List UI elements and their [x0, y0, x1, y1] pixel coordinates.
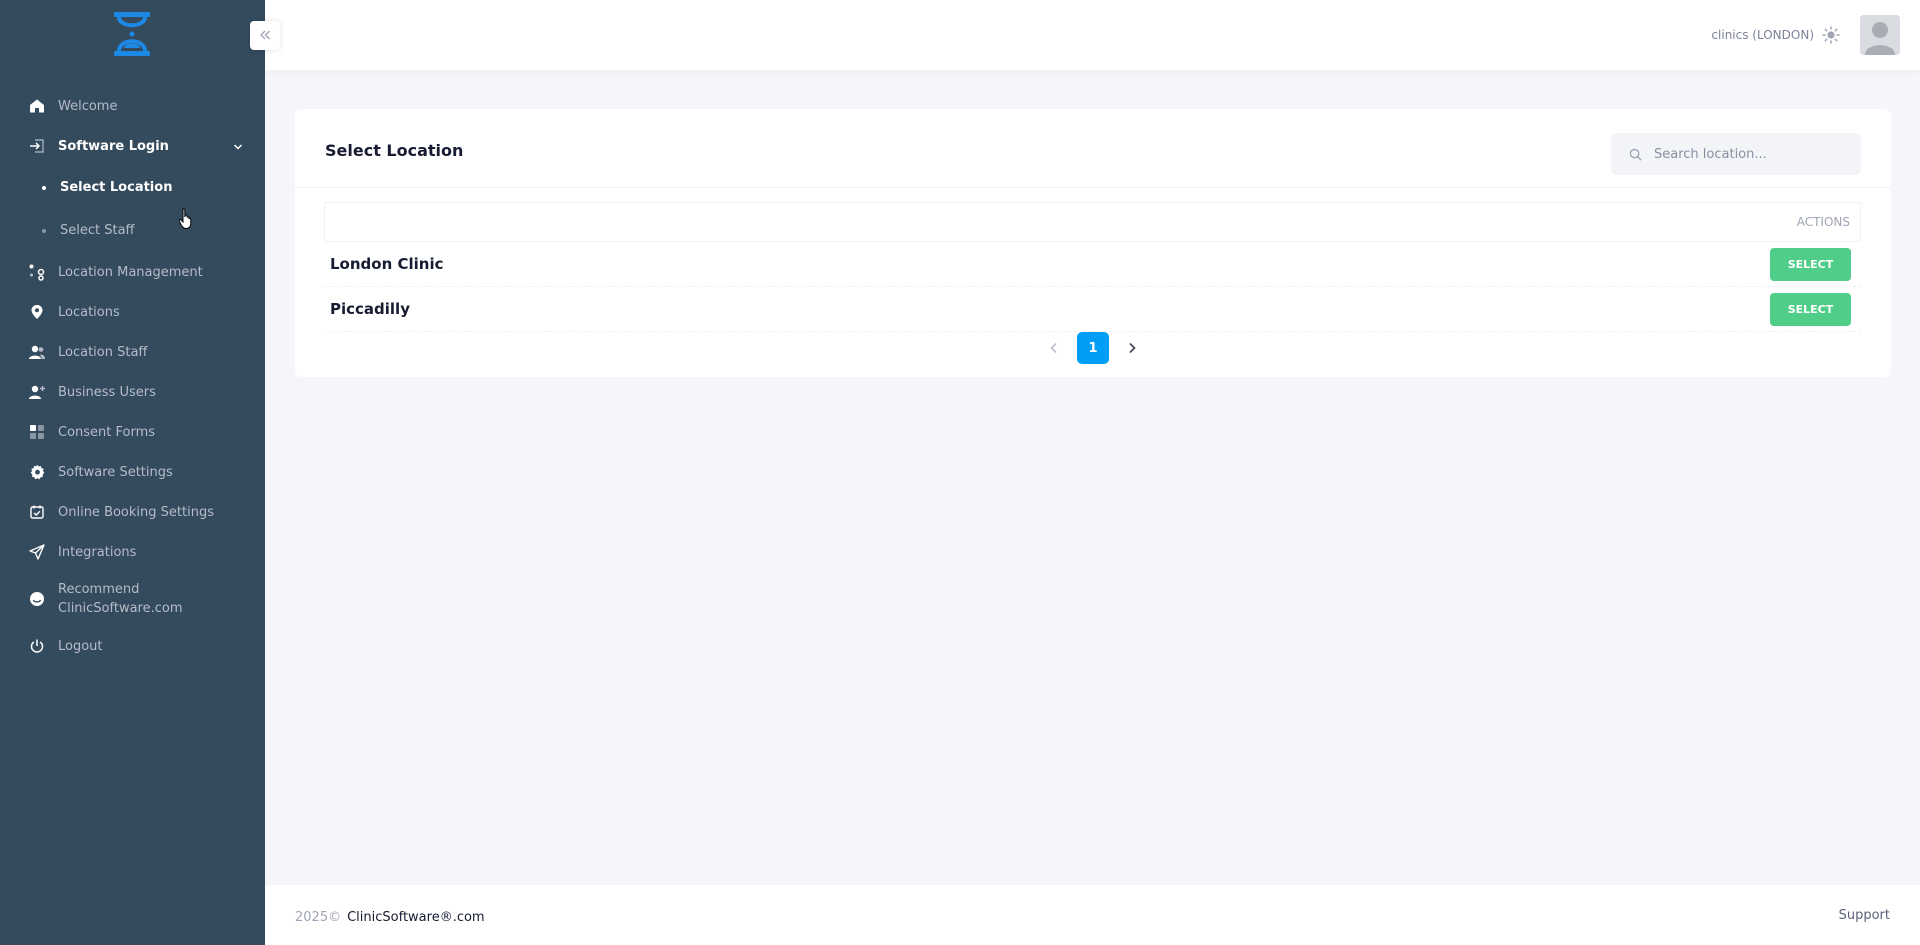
- chevron-down-icon: [233, 137, 243, 156]
- support-link[interactable]: Support: [1839, 908, 1890, 923]
- search-input[interactable]: [1654, 146, 1834, 162]
- map-pin-icon: [28, 303, 46, 321]
- search-box[interactable]: [1611, 133, 1861, 175]
- pagination: 1: [295, 332, 1891, 364]
- double-chevron-left-icon: [259, 26, 271, 45]
- sidebar-item-welcome[interactable]: Welcome: [0, 86, 265, 126]
- sidebar-item-location-management[interactable]: Location Management: [0, 252, 265, 292]
- sidebar-item-logout[interactable]: Logout: [0, 626, 265, 666]
- sidebar-item-label: Software Login: [58, 138, 169, 154]
- select-button[interactable]: SELECT: [1770, 247, 1851, 281]
- select-location-card: Select Location ACTIONS London Clinic SE…: [295, 109, 1891, 377]
- sidebar-item-label: Logout: [58, 638, 103, 654]
- sidebar-item-label: Business Users: [58, 384, 156, 400]
- sidebar-item-integrations[interactable]: Integrations: [0, 532, 265, 572]
- sidebar-item-recommend[interactable]: Recommend ClinicSoftware.com: [0, 572, 265, 626]
- sidebar-item-label: Integrations: [58, 544, 137, 560]
- sidebar-menu: Welcome Software Login Select Location S…: [0, 86, 265, 666]
- send-icon: [28, 543, 46, 561]
- sidebar-item-online-booking-settings[interactable]: Online Booking Settings: [0, 492, 265, 532]
- sidebar-item-consent-forms[interactable]: Consent Forms: [0, 412, 265, 452]
- sidebar-subitem-select-staff[interactable]: Select Staff: [0, 209, 265, 252]
- sidebar-item-label: Locations: [58, 304, 120, 320]
- location-name: London Clinic: [330, 255, 444, 273]
- actions-column-header: ACTIONS: [1796, 215, 1850, 229]
- sidebar-item-label: Location Management: [58, 264, 203, 280]
- footer-copyright: 2025© ClinicSoftware®.com: [295, 906, 485, 925]
- calendar-check-icon: [28, 503, 46, 521]
- sidebar-item-label: Welcome: [58, 98, 118, 114]
- grid-icon: [28, 423, 46, 441]
- copyright-year: 2025©: [295, 909, 342, 925]
- sidebar-item-software-login[interactable]: Software Login: [0, 126, 265, 166]
- user-plus-icon: [28, 383, 46, 401]
- header-user-area: clinics (LONDON): [1711, 15, 1900, 55]
- table-row: London Clinic SELECT: [324, 242, 1861, 287]
- table-row: Piccadilly SELECT: [324, 287, 1861, 332]
- sidebar-item-software-settings[interactable]: Software Settings: [0, 452, 265, 492]
- smile-icon: [28, 590, 46, 608]
- bullet-icon: [42, 185, 46, 190]
- footer-brand-link[interactable]: ClinicSoftware®.com: [347, 910, 485, 925]
- gear-icon: [28, 463, 46, 481]
- page-number-button[interactable]: 1: [1077, 332, 1109, 364]
- sidebar-collapse-button[interactable]: [250, 21, 280, 50]
- table-header: ACTIONS: [324, 202, 1861, 242]
- sidebar-item-label: Recommend ClinicSoftware.com: [58, 582, 183, 616]
- search-icon: [1629, 148, 1642, 161]
- sidebar-item-label: Consent Forms: [58, 424, 156, 440]
- locations-table: ACTIONS London Clinic SELECT Piccadilly …: [324, 202, 1861, 332]
- next-page-button[interactable]: [1117, 333, 1147, 363]
- hand-cursor-icon: [178, 208, 194, 234]
- users-icon: [28, 343, 46, 361]
- sidebar-item-label: Location Staff: [58, 344, 148, 360]
- location-name: Piccadilly: [330, 300, 410, 318]
- bullet-icon: [42, 228, 46, 233]
- sidebar-item-label: Online Booking Settings: [58, 504, 214, 520]
- home-icon: [28, 97, 46, 115]
- sun-icon[interactable]: [1822, 26, 1840, 44]
- sidebar-subitem-select-location[interactable]: Select Location: [0, 166, 265, 209]
- sidebar-item-label: Software Settings: [58, 464, 173, 480]
- top-header: clinics (LONDON): [265, 0, 1920, 70]
- select-button[interactable]: SELECT: [1770, 292, 1851, 326]
- clinicsoftware-logo[interactable]: [112, 12, 152, 56]
- previous-page-button[interactable]: [1039, 333, 1069, 363]
- sidebar-subitem-label: Select Staff: [60, 223, 135, 238]
- sidebar-subitem-label: Select Location: [60, 180, 173, 195]
- card-divider: [295, 187, 1891, 188]
- login-icon: [28, 137, 46, 155]
- current-location-label: clinics (LONDON): [1711, 28, 1814, 42]
- power-icon: [28, 637, 46, 655]
- avatar[interactable]: [1860, 15, 1900, 55]
- sidebar: Welcome Software Login Select Location S…: [0, 0, 265, 945]
- sidebar-item-location-staff[interactable]: Location Staff: [0, 332, 265, 372]
- page-title: Select Location: [325, 141, 464, 160]
- sidebar-item-locations[interactable]: Locations: [0, 292, 265, 332]
- location-management-icon: [28, 263, 46, 281]
- footer: 2025© ClinicSoftware®.com Support: [265, 885, 1920, 945]
- sidebar-item-business-users[interactable]: Business Users: [0, 372, 265, 412]
